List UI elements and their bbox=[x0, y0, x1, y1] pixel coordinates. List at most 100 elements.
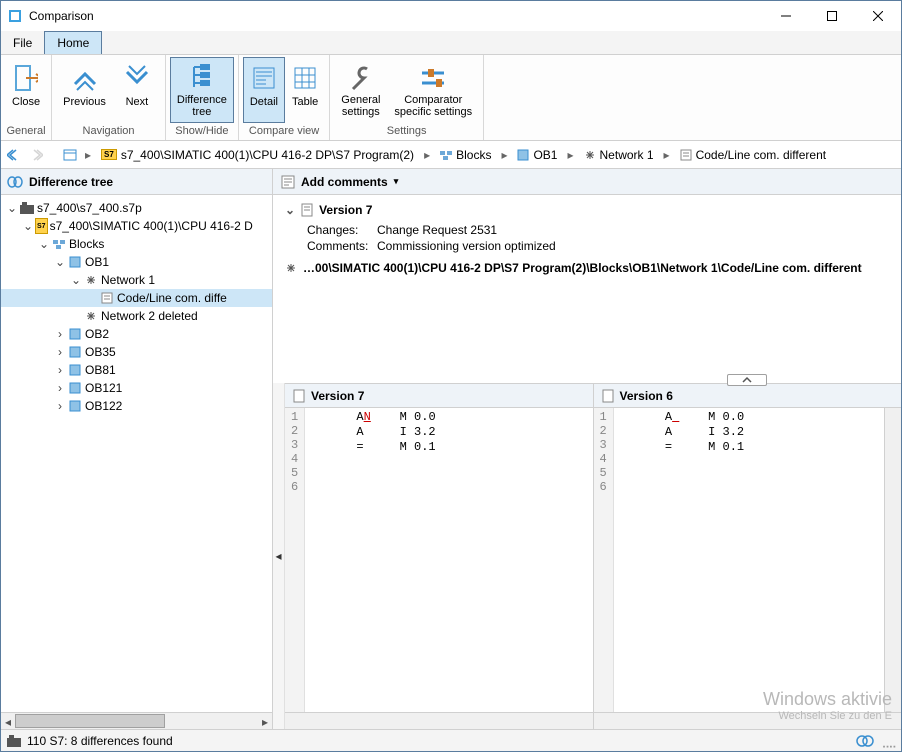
window-controls bbox=[763, 1, 901, 31]
document-icon bbox=[293, 389, 305, 403]
code-icon bbox=[680, 149, 692, 161]
breadcrumb-bar: ▸ S7 s7_400\SIMATIC 400(1)\CPU 416-2 DP\… bbox=[1, 141, 901, 169]
code-header-left: Version 7 bbox=[285, 384, 593, 408]
breadcrumb-sep: ▸ bbox=[83, 148, 93, 162]
code-body-left[interactable]: 123456 AN M 0.0 A I 3.2 = M 0.1 bbox=[285, 408, 593, 712]
app-icon bbox=[7, 8, 23, 24]
resize-grip-icon[interactable]: ⣀⣀ bbox=[881, 734, 895, 748]
ribbon-group-compareview: Detail Table Compare view bbox=[239, 55, 330, 140]
scroll-left-icon[interactable]: ◂ bbox=[1, 713, 15, 730]
status-bar: 110 S7: 8 differences found ⣀⣀ bbox=[1, 729, 901, 751]
titlebar: Comparison bbox=[1, 1, 901, 31]
project-icon bbox=[19, 200, 35, 216]
scrollbar-thumb[interactable] bbox=[15, 714, 165, 728]
wrench-icon bbox=[347, 62, 375, 92]
difference-tree[interactable]: ⌄s7_400\s7_400.s7p ⌄S7s7_400\SIMATIC 400… bbox=[1, 195, 272, 712]
code-left-scrollbar[interactable] bbox=[285, 712, 593, 729]
code-header-right: Version 6 bbox=[594, 384, 902, 408]
main-area: Difference tree ⌄s7_400\s7_400.s7p ⌄S7s7… bbox=[1, 169, 901, 729]
tree-node-ob121[interactable]: ›OB121 bbox=[1, 379, 272, 397]
status-indicator-icon bbox=[855, 735, 875, 747]
block-icon bbox=[67, 254, 83, 270]
s7-icon: S7 bbox=[35, 218, 48, 234]
breadcrumb-item-ob1[interactable]: OB1 bbox=[513, 146, 561, 164]
breadcrumb-item-project[interactable]: S7 s7_400\SIMATIC 400(1)\CPU 416-2 DP\S7… bbox=[97, 146, 418, 164]
previous-button[interactable]: Previous bbox=[56, 57, 113, 123]
ribbon: Close General Previous Next Navigation bbox=[1, 55, 901, 141]
general-settings-button[interactable]: General settings bbox=[334, 57, 387, 123]
close-ribbon-button[interactable]: Close bbox=[5, 57, 47, 123]
breadcrumb-item-codeline[interactable]: Code/Line com. different bbox=[676, 146, 831, 164]
selected-path: …00\SIMATIC 400(1)\CPU 416-2 DP\S7 Progr… bbox=[303, 261, 862, 275]
block-icon bbox=[67, 380, 83, 396]
block-icon bbox=[67, 326, 83, 342]
s7-icon: S7 bbox=[101, 149, 117, 160]
block-icon bbox=[517, 149, 529, 161]
network-icon bbox=[83, 308, 99, 324]
right-pane: Add comments ▾ ⌄ Version 7 Changes:Chang… bbox=[273, 169, 901, 729]
next-button[interactable]: Next bbox=[113, 57, 161, 123]
network-icon bbox=[285, 262, 297, 274]
menu-home[interactable]: Home bbox=[44, 31, 102, 54]
network-icon bbox=[584, 149, 596, 161]
tree-node-ob2[interactable]: ›OB2 bbox=[1, 325, 272, 343]
breadcrumb-item-blocks[interactable]: Blocks bbox=[436, 146, 495, 164]
collapse-handle-icon[interactable]: ◂ bbox=[275, 549, 281, 563]
ribbon-group-showhide: Difference tree Show/Hide bbox=[166, 55, 239, 140]
tree-icon bbox=[188, 62, 216, 92]
nav-forward-button[interactable] bbox=[27, 146, 45, 164]
block-icon bbox=[67, 344, 83, 360]
network-icon bbox=[83, 272, 99, 288]
close-button[interactable] bbox=[855, 1, 901, 31]
add-comments-bar[interactable]: Add comments ▾ bbox=[273, 169, 901, 195]
tree-node-ob122[interactable]: ›OB122 bbox=[1, 397, 272, 415]
ribbon-group-navigation: Previous Next Navigation bbox=[52, 55, 166, 140]
block-icon bbox=[67, 398, 83, 414]
detail-button[interactable]: Detail bbox=[243, 57, 285, 123]
tree-horizontal-scrollbar[interactable]: ◂ ▸ bbox=[1, 712, 272, 729]
tree-node-ob81[interactable]: ›OB81 bbox=[1, 361, 272, 379]
code-body-right[interactable]: 123456 A M 0.0 A I 3.2 = M 0.1 bbox=[594, 408, 885, 712]
exit-icon bbox=[14, 62, 38, 94]
ribbon-group-general: Close General bbox=[1, 55, 52, 140]
breadcrumb-item-network1[interactable]: Network 1 bbox=[580, 146, 658, 164]
app-window: Comparison File Home Close General bbox=[0, 0, 902, 752]
tree-node-ob35[interactable]: ›OB35 bbox=[1, 343, 272, 361]
code-pane-left: Version 7 123456 AN M 0.0 A I 3.2 = M 0.… bbox=[285, 383, 593, 729]
menu-file[interactable]: File bbox=[1, 31, 44, 54]
nav-back-button[interactable] bbox=[5, 146, 23, 164]
code-icon bbox=[99, 290, 115, 306]
table-button[interactable]: Table bbox=[285, 57, 325, 123]
tree-node-network2-deleted[interactable]: Network 2 deleted bbox=[1, 307, 272, 325]
window-title: Comparison bbox=[29, 9, 763, 23]
tree-node-blocks[interactable]: ⌄Blocks bbox=[1, 235, 272, 253]
expand-icon[interactable]: ⌄ bbox=[285, 203, 295, 217]
expand-up-button[interactable] bbox=[727, 374, 767, 386]
blocks-icon bbox=[440, 149, 452, 161]
code-right-vertical-scrollbar[interactable] bbox=[884, 408, 901, 712]
block-icon bbox=[67, 362, 83, 378]
blocks-icon bbox=[51, 236, 67, 252]
breadcrumb-root-icon[interactable] bbox=[61, 146, 79, 164]
minimize-button[interactable] bbox=[763, 1, 809, 31]
scroll-right-icon[interactable]: ▸ bbox=[258, 713, 272, 730]
sliders-icon bbox=[418, 62, 448, 92]
code-right-scrollbar[interactable] bbox=[594, 712, 902, 729]
status-icon bbox=[7, 735, 21, 747]
detail-icon bbox=[252, 62, 276, 94]
code-pane-right: Version 6 123456 A M 0.0 A I 3.2 = M 0.1 bbox=[593, 383, 902, 729]
status-text: 110 S7: 8 differences found bbox=[27, 734, 173, 748]
left-pane: Difference tree ⌄s7_400\s7_400.s7p ⌄S7s7… bbox=[1, 169, 273, 729]
maximize-button[interactable] bbox=[809, 1, 855, 31]
menubar: File Home bbox=[1, 31, 901, 55]
tree-node-s7proj[interactable]: ⌄S7s7_400\SIMATIC 400(1)\CPU 416-2 D bbox=[1, 217, 272, 235]
document-icon bbox=[602, 389, 614, 403]
tree-node-root[interactable]: ⌄s7_400\s7_400.s7p bbox=[1, 199, 272, 217]
tree-node-ob1[interactable]: ⌄OB1 bbox=[1, 253, 272, 271]
comparator-settings-button[interactable]: Comparator specific settings bbox=[387, 57, 479, 123]
tree-node-network1[interactable]: ⌄Network 1 bbox=[1, 271, 272, 289]
chevron-down-icon: ▾ bbox=[394, 176, 399, 187]
tree-node-codeline[interactable]: Code/Line com. diffe bbox=[1, 289, 272, 307]
difference-tree-button[interactable]: Difference tree bbox=[170, 57, 234, 123]
chevron-up-icon bbox=[70, 62, 100, 94]
